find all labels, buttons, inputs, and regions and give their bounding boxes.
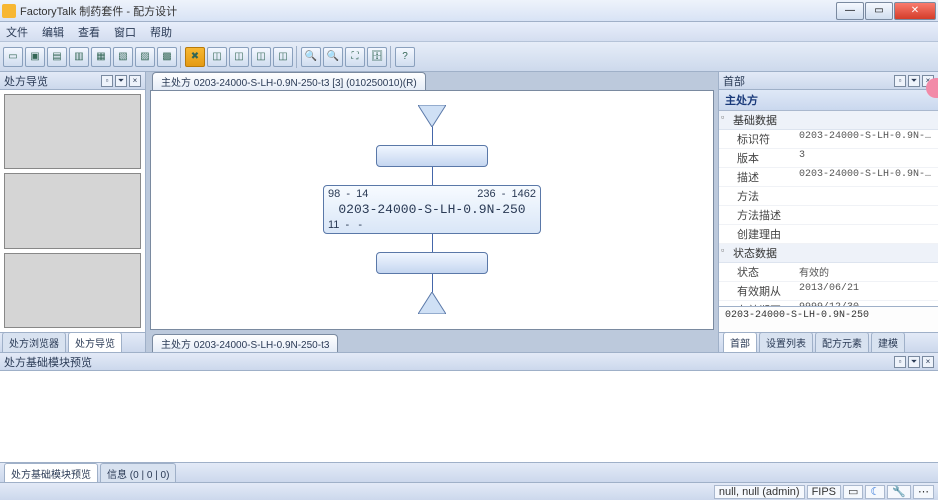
main-box-r1b: 236 - 1462 [477, 188, 536, 200]
step-box-2[interactable] [376, 252, 488, 274]
main-box-name: 0203-24000-S-LH-0.9N-250 [328, 200, 536, 219]
right-tab-head[interactable]: 首部 [723, 332, 757, 352]
prop-row-method-desc: 方法描述 [719, 206, 938, 225]
toolbar-btn-9[interactable]: ◫ [207, 47, 227, 67]
menu-edit[interactable]: 编辑 [42, 24, 64, 40]
right-panel-head: 首部 ▫ ⏷ × [719, 72, 938, 90]
minimize-button[interactable]: — [836, 2, 864, 20]
panel-btn-close[interactable]: × [129, 75, 141, 87]
toolbar-btn-12[interactable]: ◫ [273, 47, 293, 67]
thumbnail-3[interactable] [4, 253, 141, 328]
toolbar-btn-7[interactable]: ▨ [135, 47, 155, 67]
window-title: FactoryTalk 制药套件 - 配方设计 [20, 3, 835, 19]
prop-subtitle: 主处方 [719, 90, 938, 111]
left-tab-browser[interactable]: 处方浏览器 [2, 332, 66, 352]
bottom-tab-preview[interactable]: 处方基础模块预览 [4, 463, 98, 483]
titlebar: FactoryTalk 制药套件 - 配方设计 — ▭ ✕ [0, 0, 938, 22]
menu-help[interactable]: 帮助 [150, 24, 172, 40]
left-panel: 处方导览 ▫ ⏷ × 处方浏览器 处方导览 [0, 72, 146, 352]
thumbnail-1[interactable] [4, 94, 141, 169]
status-fips: FIPS [807, 485, 841, 499]
maximize-button[interactable]: ▭ [865, 2, 893, 20]
diagram-canvas[interactable]: 98 - 14 236 - 1462 0203-24000-S-LH-0.9N-2… [150, 90, 714, 330]
status-icon-1[interactable]: ▭ [843, 485, 863, 499]
prop-row-state: 状态有效的 [719, 263, 938, 282]
right-tab-cols[interactable]: 设置列表 [759, 332, 813, 352]
menubar: 文件 编辑 查看 窗口 帮助 [0, 22, 938, 42]
app-icon [2, 4, 16, 18]
status-user: null, null (admin) [714, 485, 805, 499]
bottom-panel-head: 处方基础模块预览 ▫ ⏷ × [0, 353, 938, 371]
toolbar-btn-2[interactable]: ▣ [25, 47, 45, 67]
panel-btn-dock-r[interactable]: ▫ [894, 75, 906, 87]
center-bottom-tab[interactable]: 主处方 0203-24000-S-LH-0.9N-250-t3 [152, 334, 338, 352]
prop-row-identifier: 标识符0203-24000-S-LH-0.9N-... [719, 130, 938, 149]
prop-group-status[interactable]: 状态数据 [719, 244, 938, 263]
toolbar-btn-help[interactable]: ? [395, 47, 415, 67]
prop-desc-box: 0203-24000-S-LH-0.9N-250 [719, 306, 938, 332]
bottom-tab-info[interactable]: 信息 (0 | 0 | 0) [100, 463, 176, 483]
toolbar-btn-zoom-out[interactable]: 🔍 [323, 47, 343, 67]
toolbar-btn-1[interactable]: ▭ [3, 47, 23, 67]
start-node-icon[interactable] [418, 105, 446, 127]
prop-group-base[interactable]: 基础数据 [719, 111, 938, 130]
prop-row-version: 版本3 [719, 149, 938, 168]
bottom-panel-title: 处方基础模块预览 [4, 354, 92, 370]
prop-row-method: 方法 [719, 187, 938, 206]
prop-row-valid-from: 有效期从2013/06/21 [719, 282, 938, 301]
panel-btn-pin-b[interactable]: ⏷ [908, 356, 920, 368]
panel-btn-pin[interactable]: ⏷ [115, 75, 127, 87]
toolbar-btn-10[interactable]: ◫ [229, 47, 249, 67]
main-box-r1a: 98 - 14 [328, 188, 368, 200]
status-icon-seq[interactable]: ⋯ [913, 485, 934, 499]
toolbar-btn-8[interactable]: ▩ [157, 47, 177, 67]
step-box-1[interactable] [376, 145, 488, 167]
toolbar-btn-db[interactable]: 🗄 [367, 47, 387, 67]
property-grid: 主处方 基础数据 标识符0203-24000-S-LH-0.9N-... 版本3… [719, 90, 938, 306]
toolbar-btn-4[interactable]: ▥ [69, 47, 89, 67]
toolbar-btn-stop[interactable]: ✖ [185, 47, 205, 67]
left-tab-nav[interactable]: 处方导览 [68, 332, 122, 352]
panel-btn-dock[interactable]: ▫ [101, 75, 113, 87]
bottom-panel: 处方基础模块预览 ▫ ⏷ × 处方基础模块预览 信息 (0 | 0 | 0) [0, 352, 938, 482]
right-panel: 首部 ▫ ⏷ × 主处方 基础数据 标识符0203-24000-S-LH-0.9… [718, 72, 938, 352]
right-tab-elems[interactable]: 配方元素 [815, 332, 869, 352]
end-node-icon[interactable] [418, 292, 446, 314]
status-icon-wrench[interactable]: 🔧 [887, 485, 911, 499]
prop-row-create-reason: 创建理由 [719, 225, 938, 244]
right-panel-title: 首部 [723, 73, 745, 89]
status-icon-moon[interactable]: ☾ [865, 485, 885, 499]
main-box-r2: 11 - - [328, 219, 362, 231]
bottom-body [0, 371, 938, 462]
prop-row-desc: 描述0203-24000-S-LH-0.9N-250 [719, 168, 938, 187]
toolbar-btn-6[interactable]: ▧ [113, 47, 133, 67]
main-recipe-box[interactable]: 98 - 14 236 - 1462 0203-24000-S-LH-0.9N-2… [323, 185, 541, 234]
toolbar-btn-fit[interactable]: ⛶ [345, 47, 365, 67]
menu-file[interactable]: 文件 [6, 24, 28, 40]
center-panel: 主处方 0203-24000-S-LH-0.9N-250-t3 [3] (010… [146, 72, 718, 352]
panel-btn-dock-b[interactable]: ▫ [894, 356, 906, 368]
toolbar-btn-3[interactable]: ▤ [47, 47, 67, 67]
thumbnail-2[interactable] [4, 173, 141, 248]
menu-window[interactable]: 窗口 [114, 24, 136, 40]
right-tab-build[interactable]: 建模 [871, 332, 905, 352]
panel-btn-close-b[interactable]: × [922, 356, 934, 368]
toolbar-btn-11[interactable]: ◫ [251, 47, 271, 67]
left-panel-title: 处方导览 [4, 73, 48, 89]
center-tab[interactable]: 主处方 0203-24000-S-LH-0.9N-250-t3 [3] (010… [152, 72, 426, 90]
left-panel-head: 处方导览 ▫ ⏷ × [0, 72, 145, 90]
panel-btn-pin-r[interactable]: ⏷ [908, 75, 920, 87]
toolbar-btn-zoom-in[interactable]: 🔍 [301, 47, 321, 67]
close-button[interactable]: ✕ [894, 2, 936, 20]
status-bar: null, null (admin) FIPS ▭ ☾ 🔧 ⋯ [0, 482, 938, 500]
menu-view[interactable]: 查看 [78, 24, 100, 40]
toolbar: ▭ ▣ ▤ ▥ ▦ ▧ ▨ ▩ ✖ ◫ ◫ ◫ ◫ 🔍 🔍 ⛶ 🗄 ? [0, 42, 938, 72]
toolbar-btn-5[interactable]: ▦ [91, 47, 111, 67]
